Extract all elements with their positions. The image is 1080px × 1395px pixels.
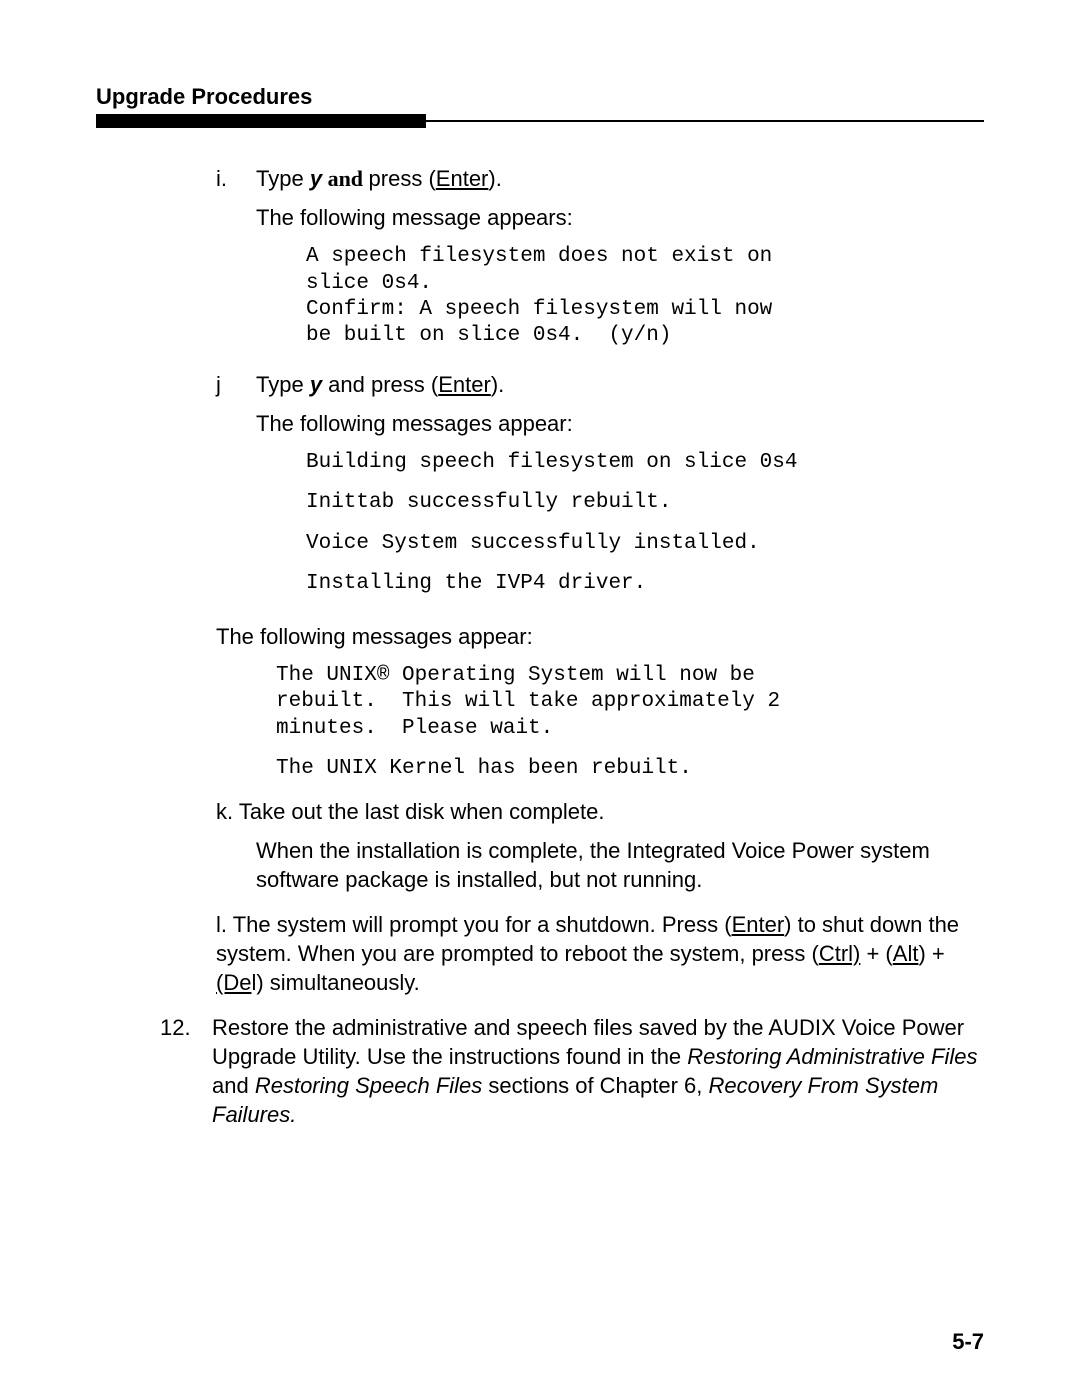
step-12-it1: Restoring Administrative Files: [687, 1044, 977, 1069]
step-j-mono-4: Installing the IVP4 driver.: [306, 571, 984, 597]
header-bar: [96, 114, 426, 128]
step-k-body: When the installation is complete, the I…: [256, 836, 984, 894]
step-l-pre: l. The system will prompt you for a shut…: [216, 912, 732, 937]
header-rule: [96, 114, 984, 128]
header-thin-rule: [426, 120, 984, 122]
step-i-key-y: y: [310, 166, 322, 191]
step-i-content: Type y and press (Enter). The following …: [256, 164, 984, 364]
step-j-mono-6: The UNIX Kernel has been rebuilt.: [276, 756, 984, 782]
section-title: Upgrade Procedures: [96, 84, 984, 110]
step-j-content: Type y and press (Enter). The following …: [256, 370, 984, 612]
step-l-plus1: + (: [860, 941, 892, 966]
step-k-line: k. Take out the last disk when complete.: [216, 797, 984, 826]
step-i-mono: A speech filesystem does not exist on sl…: [306, 244, 984, 350]
page-number: 5-7: [952, 1329, 984, 1355]
step-i-press: press (: [369, 166, 436, 191]
step-i-text-pre: Type: [256, 166, 310, 191]
step-12-mid: sections of Chapter 6,: [482, 1073, 708, 1098]
step-l-mid2: ) +: [918, 941, 944, 966]
step-j: j Type y and press (Enter). The followin…: [216, 370, 984, 612]
step-l-post: l) simultaneously.: [251, 970, 419, 995]
step-j-msg-intro-2: The following messages appear:: [216, 622, 984, 651]
step-12-and: and: [212, 1073, 255, 1098]
step-j-mono-2: Inittab successfully rebuilt.: [306, 490, 984, 516]
del-key: (De: [216, 970, 251, 995]
step-j-mono-3: Voice System successfully installed.: [306, 531, 984, 557]
alt-key: Alt: [893, 941, 919, 966]
step-l: l. The system will prompt you for a shut…: [216, 910, 984, 997]
enter-key: Enter: [436, 166, 489, 191]
step-12-text: Restore the administrative and speech fi…: [212, 1013, 984, 1129]
page: Upgrade Procedures i. Type y and press (…: [0, 0, 1080, 1395]
step-12-num: 12.: [160, 1013, 212, 1129]
step-12-it2: Restoring Speech Files: [255, 1073, 482, 1098]
step-i-msg-intro: The following message appears:: [256, 203, 984, 232]
step-i-marker: i.: [216, 164, 256, 364]
step-12: 12. Restore the administrative and speec…: [160, 1013, 984, 1129]
step-j-post: ).: [491, 372, 504, 397]
body-content: i. Type y and press (Enter). The followi…: [216, 164, 984, 997]
step-j-marker: j: [216, 370, 256, 612]
step-k: k. Take out the last disk when complete.…: [216, 797, 984, 894]
step-j-key-y: y: [310, 372, 322, 397]
step-j-text-pre: Type: [256, 372, 310, 397]
step-j-mono-5: The UNIX® Operating System will now be r…: [276, 663, 984, 742]
ctrl-key: Ctrl): [819, 941, 861, 966]
step-j-msg-intro: The following messages appear:: [256, 409, 984, 438]
step-i-post: ).: [488, 166, 501, 191]
step-j-mono-1: Building speech filesystem on slice 0s4: [306, 450, 984, 476]
step-i-and: and: [322, 166, 368, 191]
enter-key: Enter: [438, 372, 491, 397]
enter-key: Enter: [732, 912, 785, 937]
step-j-mid: and press (: [322, 372, 438, 397]
step-i: i. Type y and press (Enter). The followi…: [216, 164, 984, 364]
